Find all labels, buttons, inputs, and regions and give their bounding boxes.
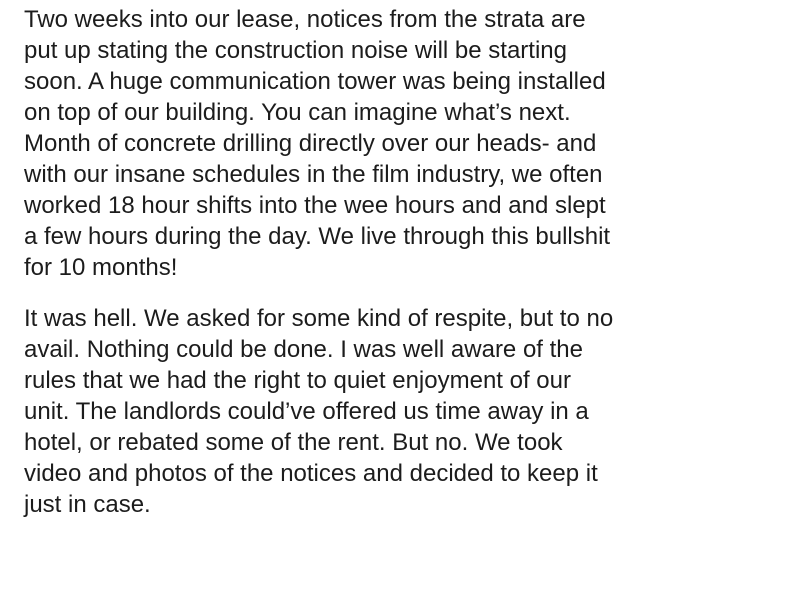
text-line: on top of our building. You can imagine … — [24, 99, 571, 126]
text-line: for 10 months! — [24, 254, 178, 281]
text-line: unit. The landlords could’ve offered us … — [24, 398, 589, 425]
text-line: hotel, or rebated some of the rent. But … — [24, 429, 563, 456]
paragraph-2: It was hell. We asked for some kind of r… — [24, 303, 784, 520]
text-line: soon. A huge communication tower was bei… — [24, 68, 606, 95]
text-line: Month of concrete drilling directly over… — [24, 130, 597, 157]
text-line: worked 18 hour shifts into the wee hours… — [24, 192, 606, 219]
text-line: video and photos of the notices and deci… — [24, 460, 598, 487]
post-body: Two weeks into our lease, notices from t… — [24, 4, 784, 520]
text-line: It was hell. We asked for some kind of r… — [24, 305, 614, 332]
text-line: with our insane schedules in the film in… — [24, 161, 603, 188]
text-line: avail. Nothing could be done. I was well… — [24, 336, 583, 363]
text-line: rules that we had the right to quiet enj… — [24, 367, 571, 394]
text-line: Two weeks into our lease, notices from t… — [24, 6, 586, 33]
text-line: just in case. — [24, 491, 151, 518]
paragraph-1: Two weeks into our lease, notices from t… — [24, 4, 784, 283]
text-line: put up stating the construction noise wi… — [24, 37, 567, 64]
text-line: a few hours during the day. We live thro… — [24, 223, 611, 250]
